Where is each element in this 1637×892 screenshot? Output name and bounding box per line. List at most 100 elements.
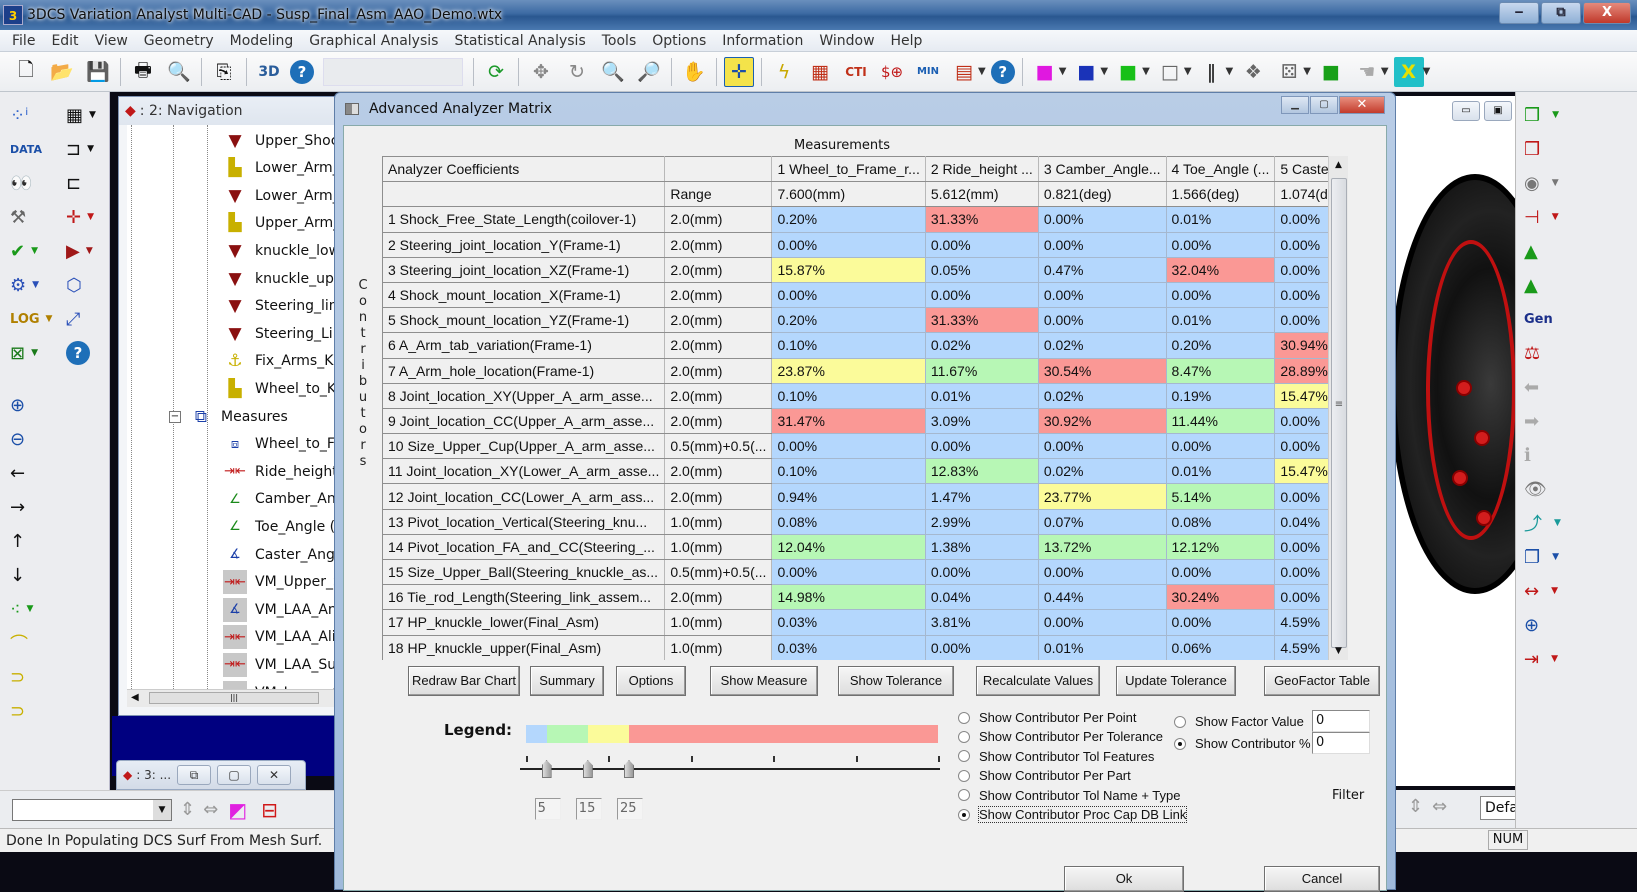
filter-input[interactable]: 0 — [1312, 732, 1370, 754]
histogram-report-icon[interactable]: ▲ — [1516, 268, 1637, 302]
blue-gear-cube-icon[interactable]: ■ — [1071, 57, 1101, 87]
measure-column-header[interactable]: 4 Toe_Angle (... — [1165, 156, 1276, 183]
chevron-down-icon[interactable]: ▼ — [1184, 66, 1192, 77]
3d-viewport[interactable] — [1380, 96, 1560, 786]
tree-item-measure[interactable]: ⇥⇤ VM_LAA_Alig — [223, 624, 339, 651]
contribution-cell[interactable]: 30.94% — [1274, 332, 1328, 359]
scroll-down-icon[interactable]: ▼ — [1329, 642, 1348, 660]
contributor-name[interactable]: 10 Size_Upper_Cup(Upper_A_arm_asse... — [382, 433, 666, 460]
tree-item-measure[interactable]: ∠ Toe_Angle (P — [223, 513, 339, 540]
contribution-cell[interactable]: 0.00% — [1274, 584, 1328, 611]
contribution-cell[interactable]: 0.00% — [924, 634, 1039, 660]
contributor-name[interactable]: 15 Size_Upper_Ball(Steering_knuckle_as..… — [382, 558, 666, 586]
dialog-close-button[interactable]: ✕ — [1339, 96, 1385, 114]
contribution-cell[interactable]: 0.08% — [771, 508, 926, 535]
flush-measure-icon[interactable]: ⊟ — [261, 798, 278, 822]
measure-column-header[interactable]: 1 Wheel_to_Frame_r... — [771, 156, 926, 183]
measure-column-header[interactable]: 3 Camber_Angle... — [1037, 156, 1167, 183]
viewport-maximize-button[interactable]: ▣ — [1484, 101, 1512, 121]
contribution-cell[interactable]: 0.06% — [1165, 634, 1276, 660]
threshold-thumb[interactable] — [541, 760, 552, 778]
chevron-down-icon[interactable]: ▼ — [1100, 66, 1108, 77]
contributor-name[interactable]: 2 Steering_joint_location_Y(Frame-1) — [382, 231, 666, 258]
hand-icon[interactable]: ☚ — [1352, 57, 1382, 87]
dialog-minimize-button[interactable]: ▁ — [1281, 96, 1309, 114]
data-icon[interactable]: DATA — [0, 132, 52, 166]
chevron-down-icon[interactable]: ▼ — [1226, 66, 1234, 77]
contribution-cell[interactable]: 0.01% — [1165, 307, 1276, 334]
matrix-x-icon[interactable]: X — [1393, 56, 1424, 87]
contribution-cell[interactable]: 0.00% — [924, 231, 1039, 258]
part-group-icon[interactable]: ❒ ▼ — [1516, 98, 1637, 132]
radio-button[interactable] — [958, 750, 970, 763]
contribution-cell[interactable]: 30.54% — [1037, 357, 1167, 384]
cancel-button[interactable]: Cancel — [1264, 866, 1380, 892]
contribution-cell[interactable]: 0.00% — [1037, 307, 1167, 334]
green-cube-icon[interactable]: ■ — [1113, 57, 1143, 87]
contribution-cell[interactable]: 31.33% — [924, 307, 1039, 334]
tree-item-move[interactable]: ▼ knuckle_upper — [223, 265, 339, 292]
shape-relation-icon[interactable]: ⬡ — [56, 268, 108, 302]
contribution-cell[interactable]: 0.04% — [1274, 508, 1328, 535]
contributor-name[interactable]: 8 Joint_location_XY(Upper_A_arm_asse... — [382, 382, 666, 409]
gap-measure-icon[interactable]: ⇥ ▼ — [1516, 642, 1637, 676]
move-leftright-icon[interactable]: ⇔ — [1432, 796, 1447, 817]
contribution-cell[interactable]: 0.03% — [771, 634, 926, 660]
copy-icon[interactable]: ⎘ — [209, 57, 239, 87]
zoom-out-icon[interactable]: ⊖ — [0, 422, 52, 456]
close-window-3-button[interactable]: ✕ — [257, 765, 292, 785]
tree-item-measure[interactable]: ∠ Camber_Angl — [223, 486, 339, 513]
radio-button[interactable] — [1174, 715, 1186, 728]
radio-button[interactable] — [958, 808, 970, 821]
contribution-cell[interactable]: 12.04% — [771, 533, 926, 561]
minimize-button[interactable]: ‒ — [1499, 2, 1539, 24]
contribution-cell[interactable]: 1.47% — [924, 483, 1039, 510]
refresh-icon[interactable]: ⟳ — [481, 57, 511, 87]
recalculate-values-button[interactable]: Recalculate Values — [976, 666, 1100, 696]
contribution-cell[interactable]: 5.14% — [1165, 483, 1276, 510]
contribution-cell[interactable]: 15.47% — [1274, 458, 1328, 485]
threshold-value-field[interactable]: 5 — [534, 798, 561, 820]
contribution-cell[interactable]: 28.89% — [1274, 357, 1328, 384]
contribution-cell[interactable]: 3.09% — [924, 407, 1039, 435]
contribution-cell[interactable]: 0.05% — [924, 256, 1039, 283]
help-icon[interactable]: ? — [56, 336, 108, 370]
contribution-cell[interactable]: 0.20% — [771, 206, 926, 233]
contribution-cell[interactable]: 0.00% — [1274, 206, 1328, 233]
move-updown-icon[interactable]: ⇕ — [180, 799, 195, 820]
scroll-left-icon[interactable]: ◀ — [131, 692, 139, 703]
open-file-icon[interactable]: 📂 — [47, 57, 77, 87]
threshold-thumb[interactable] — [582, 760, 593, 778]
check-icon[interactable]: ✔ ▼ — [0, 234, 52, 268]
contribution-cell[interactable]: 4.59% — [1274, 634, 1328, 660]
chevron-down-icon[interactable]: ▼ — [978, 66, 986, 77]
contribution-cell[interactable]: 15.47% — [1274, 382, 1328, 409]
display-mode-radio[interactable]: Show Contributor Per Point — [958, 710, 1137, 725]
radio-button[interactable] — [1174, 737, 1186, 750]
excel-export-icon[interactable]: ⊠ ▼ — [0, 336, 52, 370]
cost-icon[interactable]: $⊕ — [877, 57, 907, 87]
restore-window-3-button[interactable]: ⧉ — [177, 765, 212, 785]
close-button[interactable]: X — [1583, 2, 1631, 24]
contribution-cell[interactable]: 13.72% — [1037, 533, 1167, 561]
datum-icon[interactable]: ⊣ ▼ — [1516, 200, 1637, 234]
radio-button[interactable] — [958, 789, 970, 802]
contribution-cell[interactable]: 0.00% — [1274, 558, 1328, 586]
point-info-icon[interactable]: ⁘ⁱ — [0, 98, 52, 132]
tree-item-move[interactable]: ▙ Upper_Arm_to — [223, 210, 339, 237]
measure-column-header[interactable]: 5 Caster_Angle ... — [1274, 156, 1328, 183]
update-tolerance-button[interactable]: Update Tolerance — [1116, 666, 1236, 696]
center-icon[interactable]: ✛ — [724, 56, 754, 87]
tree-item-move[interactable]: ▼ Lower_Arm_to — [223, 182, 339, 209]
threshold-slider[interactable] — [520, 754, 940, 794]
display-mode-radio[interactable]: Show Contributor Proc Cap DB Link — [958, 806, 1188, 823]
matrix-vertical-scrollbar[interactable]: ▲ ≡ ▼ — [1328, 156, 1348, 660]
menu-options[interactable]: Options — [644, 33, 714, 49]
menu-window[interactable]: Window — [811, 33, 882, 49]
display-mode-radio[interactable]: Show Contributor Tol Name + Type — [958, 788, 1181, 803]
simulate-icon[interactable]: ϟ — [769, 57, 799, 87]
contributor-name[interactable]: 14 Pivot_location_FA_and_CC(Steering_... — [382, 533, 666, 561]
tree-item-move[interactable]: ⚓ Fix_Arms_Knu — [223, 348, 339, 375]
help-icon[interactable]: ? — [290, 59, 314, 84]
move-green-icon[interactable]: ⌒ — [0, 626, 52, 660]
